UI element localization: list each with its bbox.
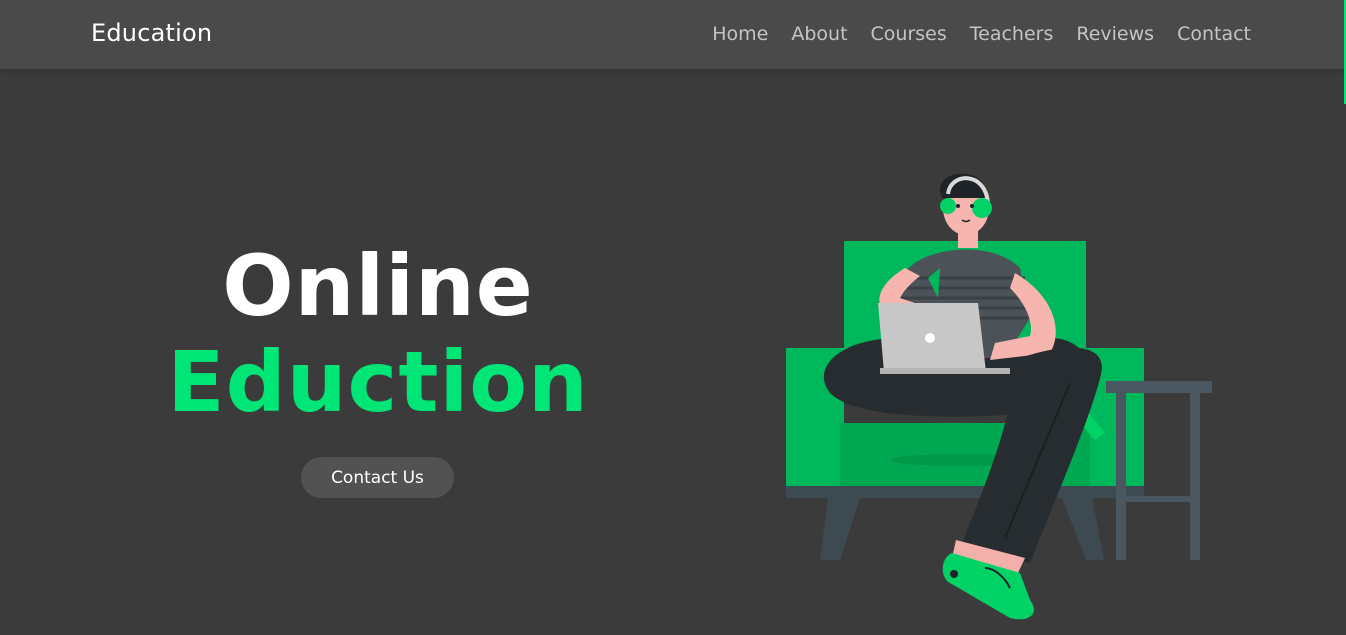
nav-link-home[interactable]: Home xyxy=(712,23,768,45)
hero-heading: Online Eduction xyxy=(150,238,606,430)
brand-logo-text[interactable]: Education xyxy=(91,19,212,47)
sofa-leg-right xyxy=(1062,498,1104,560)
headphones-icon xyxy=(972,198,992,218)
person-on-sofa-with-laptop-illustration xyxy=(786,173,1212,620)
nav-link-reviews[interactable]: Reviews xyxy=(1076,23,1154,45)
nav-link-courses[interactable]: Courses xyxy=(871,23,947,45)
side-table-top xyxy=(1106,381,1212,393)
navbar: Education Home About Courses Teachers Re… xyxy=(0,0,1346,69)
nav-link-about[interactable]: About xyxy=(791,23,847,45)
nav-link-teachers[interactable]: Teachers xyxy=(970,23,1054,45)
hero-title-line1: Online xyxy=(222,237,534,335)
nav-menu: Home About Courses Teachers Reviews Cont… xyxy=(712,23,1251,45)
sofa-leg-left xyxy=(820,498,860,560)
contact-us-button[interactable]: Contact Us xyxy=(301,457,454,498)
sofa-base xyxy=(786,486,1144,498)
nav-link-contact[interactable]: Contact xyxy=(1177,23,1251,45)
hero-title-line2: Eduction xyxy=(167,333,589,431)
